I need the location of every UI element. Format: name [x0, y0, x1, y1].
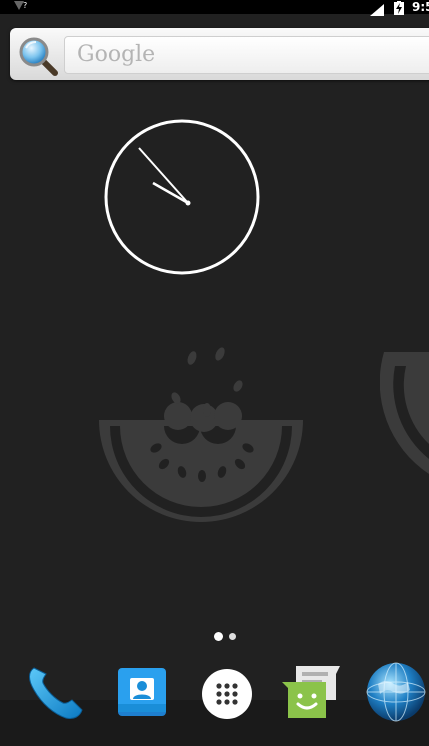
watermelon-wallpaper-graphic	[96, 344, 306, 528]
analog-clock-widget[interactable]	[104, 119, 260, 275]
dock-browser[interactable]	[364, 660, 428, 724]
search-placeholder: Google	[77, 42, 156, 67]
wifi-signal-icon: ?	[14, 0, 28, 14]
dock-contacts[interactable]	[110, 660, 174, 724]
contacts-icon	[118, 668, 166, 716]
cell-signal-icon	[370, 1, 384, 16]
clock-minute-hand	[138, 147, 189, 204]
globe-icon	[366, 662, 426, 722]
page-dot	[229, 633, 236, 640]
dock	[0, 652, 429, 746]
phone-icon	[29, 667, 83, 719]
app-drawer-icon	[202, 669, 252, 719]
dock-messaging[interactable]	[280, 660, 344, 724]
battery-charging-icon	[394, 0, 404, 15]
status-bar: ? 9:5	[0, 0, 429, 16]
messaging-icon	[282, 666, 340, 718]
google-search-widget[interactable]: Google	[10, 28, 429, 80]
page-indicator	[212, 632, 242, 642]
status-time: 9:5	[412, 0, 429, 14]
dock-app-drawer[interactable]	[195, 660, 259, 724]
page-dot-active	[214, 632, 223, 641]
magnifier-icon[interactable]	[16, 34, 60, 78]
dock-phone[interactable]	[22, 660, 86, 724]
clock-center	[185, 200, 191, 206]
clock-hour-hand	[152, 181, 189, 205]
signal-unknown-label: ?	[23, 1, 28, 10]
search-field[interactable]: Google	[64, 36, 429, 74]
watermelon-wallpaper-partial	[379, 344, 429, 484]
